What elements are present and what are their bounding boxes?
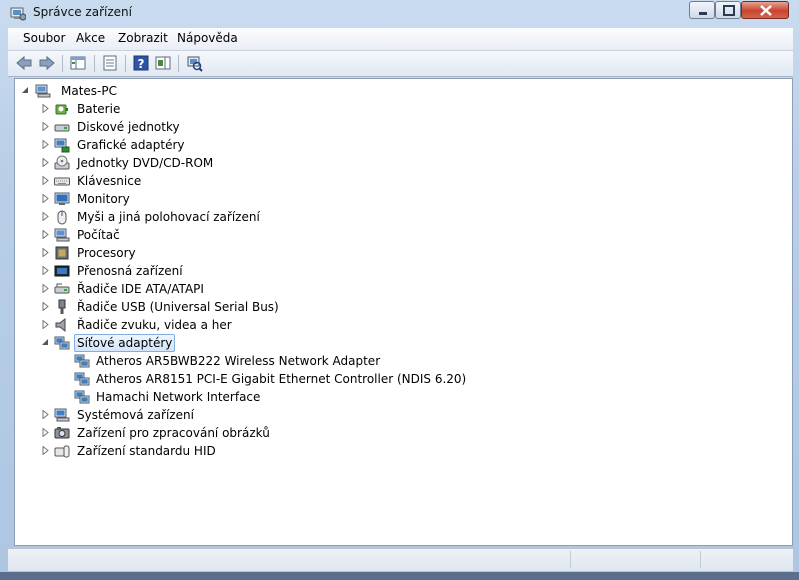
menu-akce[interactable]: Akce [76,31,105,45]
tree-item-label: Přenosná zařízení [77,264,183,278]
tree-root-label: Mates-PC [61,84,117,98]
device-manager-window: Správce zařízení Soubor Akce Zobrazit Ná… [0,0,799,580]
collapsed-arrow-icon[interactable] [41,266,50,275]
collapsed-arrow-icon[interactable] [41,248,50,257]
menu-bar: Soubor Akce Zobrazit Nápověda [8,28,793,51]
collapsed-arrow-icon[interactable] [41,446,50,455]
toolbar-separator [178,55,179,72]
portable-device-icon [54,265,70,277]
computer-icon [54,228,70,242]
imaging-device-icon [54,427,70,439]
menu-zobrazit[interactable]: Zobrazit [118,31,168,45]
collapsed-arrow-icon[interactable] [41,302,50,311]
expanded-arrow-icon[interactable] [41,338,50,347]
collapsed-arrow-icon[interactable] [41,212,50,221]
action-pane-icon[interactable] [154,54,172,72]
network-adapter-icon [74,372,90,386]
menu-napoveda[interactable]: Nápověda [177,31,238,45]
device-manager-icon [10,5,27,21]
toolbar-separator [62,55,63,72]
tree-item-label: Diskové jednotky [77,120,180,134]
tree-item-label: Atheros AR8151 PCI-E Gigabit Ethernet Co… [96,372,467,386]
processor-icon [55,246,69,260]
collapsed-arrow-icon[interactable] [41,104,50,113]
battery-icon [55,104,68,115]
display-adapter-icon [54,138,70,153]
status-panel [570,551,701,568]
tree-item-label: Baterie [77,102,121,116]
network-adapter-icon [74,390,90,404]
tree-item-label: Procesory [77,246,136,260]
tree-item-label: Jednotky DVD/CD-ROM [77,156,214,170]
ide-controller-icon [54,283,70,294]
collapsed-arrow-icon[interactable] [41,410,50,419]
tree-item-label: Monitory [77,192,130,206]
collapsed-arrow-icon[interactable] [41,140,50,149]
collapsed-arrow-icon[interactable] [41,194,50,203]
tree-item-label: Myši a jiná polohovací zařízení [77,210,260,224]
tree-item-label: Atheros AR5BWB222 Wireless Network Adapt… [96,354,381,368]
back-arrow-icon[interactable] [15,54,33,72]
title-bar[interactable]: Správce zařízení [0,0,799,26]
tree-item-label: Hamachi Network Interface [96,390,261,404]
collapsed-arrow-icon[interactable] [41,158,50,167]
network-adapter-icon [54,336,70,350]
collapsed-arrow-icon[interactable] [41,428,50,437]
hid-device-icon [54,445,70,458]
collapsed-arrow-icon[interactable] [41,176,50,185]
collapsed-arrow-icon[interactable] [41,230,50,239]
status-panel [700,551,793,568]
sound-icon [55,317,66,333]
help-icon[interactable]: ? [132,54,150,72]
tree-item-label: Systémová zařízení [77,408,194,422]
maximize-button[interactable] [715,1,741,19]
system-device-icon [54,408,70,422]
tree-item-label: Síťové adaptéry [74,334,176,352]
collapsed-arrow-icon[interactable] [41,122,50,131]
tree-item-label: Grafické adaptéry [77,138,185,152]
tree-item-label: Řadiče zvuku, videa a her [77,318,232,332]
forward-arrow-icon[interactable] [38,54,56,72]
tree-item-label: Řadiče IDE ATA/ATAPI [77,282,204,296]
collapsed-arrow-icon[interactable] [41,284,50,293]
dvd-drive-icon [54,155,70,170]
tree-item-label: Počítač [77,228,120,242]
tree-item-label: Zařízení pro zpracování obrázků [77,426,270,440]
toolbar-separator [125,55,126,72]
scan-hardware-icon[interactable] [185,54,203,72]
network-adapter-icon [74,354,90,368]
computer-icon [35,84,51,98]
collapsed-arrow-icon[interactable] [41,320,50,329]
tree-item-label: Klávesnice [77,174,142,188]
minimize-button[interactable] [689,1,715,19]
toolbar-separator [94,55,95,72]
tree-item-label: Zařízení standardu HID [77,444,216,458]
window-title: Správce zařízení [33,5,132,19]
mouse-icon [57,210,67,225]
status-bar [8,548,793,571]
toolbar: ? [8,51,793,77]
taskbar-edge [0,572,799,580]
disk-drive-icon [54,124,70,132]
device-tree[interactable]: Mates-PC Baterie Diskové jednotky Grafic… [14,78,793,546]
close-button[interactable] [741,1,789,19]
expanded-arrow-icon[interactable] [21,86,30,95]
console-tree-icon[interactable] [69,54,87,72]
keyboard-icon [54,177,70,186]
usb-controller-icon [58,299,66,314]
monitor-icon [54,192,70,205]
menu-soubor[interactable]: Soubor [23,31,65,45]
properties-icon[interactable] [101,54,119,72]
tree-item-label: Řadiče USB (Universal Serial Bus) [77,300,279,314]
svg-text:?: ? [138,57,145,71]
